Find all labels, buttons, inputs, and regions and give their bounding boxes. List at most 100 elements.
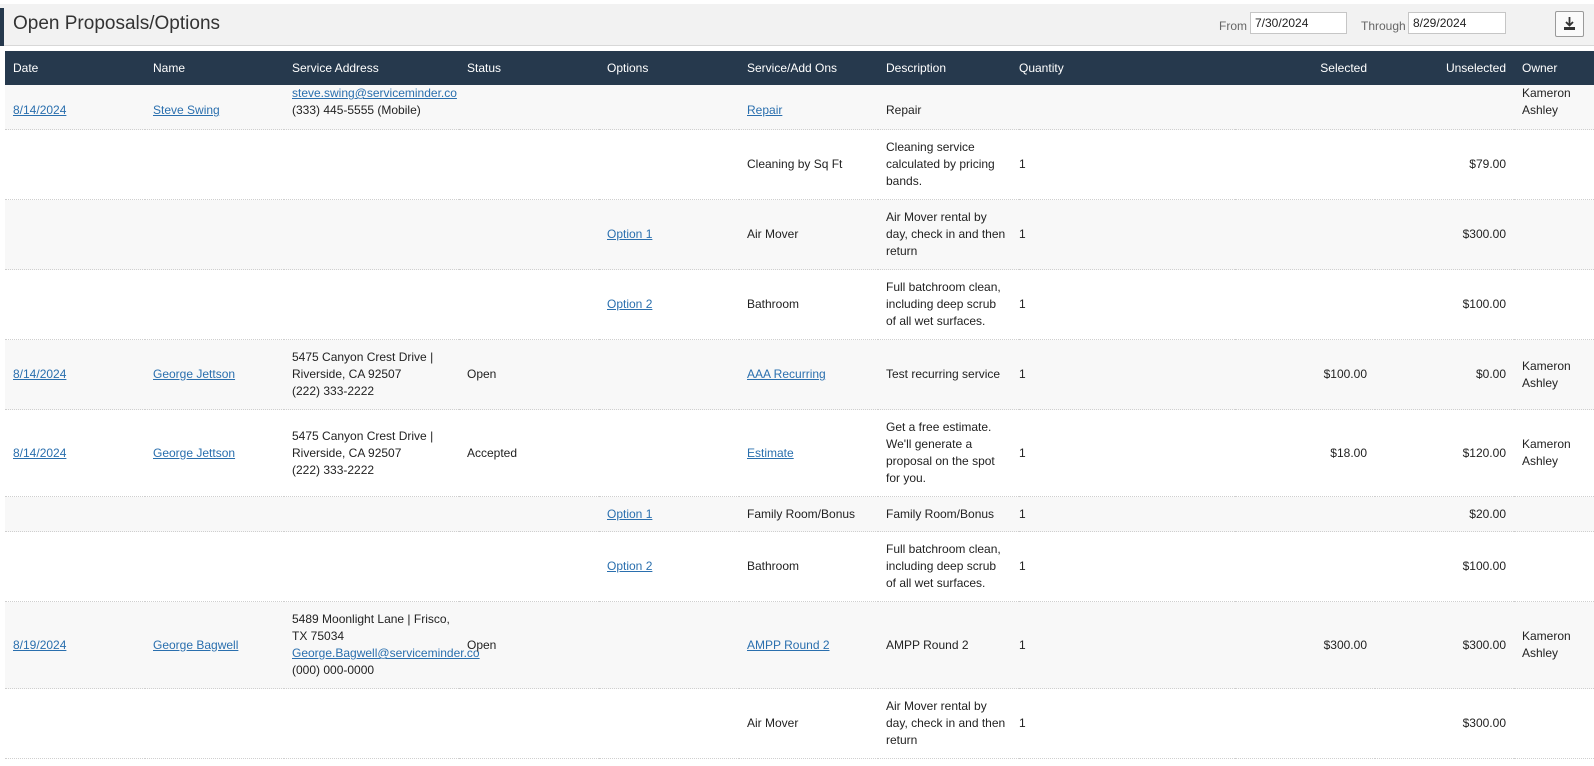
col-options[interactable]: Options [599, 51, 739, 85]
table-row[interactable]: 8/14/2024 George Jettson 5475 Canyon Crest… [5, 409, 1594, 497]
address-line: 5489 Moonlight Lane | Frisco, TX 75034 [292, 612, 450, 643]
quantity-cell: 1 [1019, 367, 1026, 381]
selected-amount-td [1235, 531, 1375, 602]
description-cell: Full batchroom clean, including deep scr… [886, 542, 1001, 590]
option-link[interactable]: Option 1 [607, 507, 652, 521]
date-link-td: 8/19/2024 [5, 601, 145, 689]
table-row[interactable]: Option 2 Bathroom Full batchroom clean, in… [5, 269, 1594, 340]
quantity-cell-td: 1 [1019, 409, 1235, 497]
table-row[interactable]: Option 1 Family Room/Bonus Family Room/Bon… [5, 496, 1594, 532]
quantity-cell-td: 1 [1019, 688, 1235, 759]
option-link[interactable]: Option 2 [607, 559, 652, 573]
owner-cell: Kameron Ashley [1522, 629, 1571, 660]
col-unselected[interactable]: Unselected [1375, 51, 1514, 85]
option-link[interactable]: Option 1 [607, 227, 652, 241]
through-date-input[interactable] [1408, 12, 1506, 34]
col-status[interactable]: Status [459, 51, 599, 85]
col-name[interactable]: Name [145, 51, 284, 85]
date-link-td [5, 496, 145, 532]
col-description[interactable]: Description [878, 51, 1019, 85]
table-row[interactable]: Cleaning by Sq Ft Cleaning service calcul… [5, 129, 1594, 200]
description-cell-td: AMPP Round 2 [878, 601, 1019, 689]
table-row[interactable]: 8/14/2024 Steve Swing steve.swing@servicem… [5, 85, 1594, 130]
table-row[interactable]: 8/19/2024 George Bagwell 5489 Moonlight La… [5, 601, 1594, 689]
description-cell: Cleaning service calculated by pricing b… [886, 140, 995, 188]
service-cell[interactable]: AAA Recurring [747, 367, 826, 381]
date-link[interactable]: 8/19/2024 [13, 638, 66, 652]
phone-line: (000) 000-0000 [292, 663, 375, 677]
date-link[interactable]: 8/14/2024 [13, 367, 66, 381]
date-link[interactable]: 8/14/2024 [13, 103, 66, 117]
service-cell: Cleaning by Sq Ft [747, 157, 843, 171]
quantity-cell-td: 1 [1019, 339, 1235, 410]
proposals-table-container[interactable]: Date Name Service Address Status Options… [5, 51, 1594, 766]
service-cell: Family Room/Bonus [747, 506, 856, 521]
col-date[interactable]: Date [5, 51, 145, 85]
quantity-cell-td: 1 [1019, 129, 1235, 200]
customer-name-link[interactable]: George Jettson [153, 446, 235, 460]
proposals-table: Date Name Service Address Status Options… [5, 51, 1594, 759]
col-quantity[interactable]: Quantity [1019, 51, 1235, 85]
unselected-amount: $300.00 [1462, 716, 1506, 730]
service-address-td: 5489 Moonlight Lane | Frisco, TX 75034 Ge… [284, 601, 480, 689]
customer-name-link[interactable]: George Bagwell [153, 638, 238, 652]
service-address-td [284, 129, 459, 200]
description-cell: Repair [886, 103, 922, 117]
table-row[interactable]: Option 2 Bathroom Full batchroom clean, in… [5, 531, 1594, 602]
col-service-add-ons[interactable]: Service/Add Ons [739, 51, 878, 85]
download-button[interactable] [1555, 11, 1584, 37]
service-cell: Bathroom [747, 297, 800, 311]
table-row[interactable]: Option 1 Air Mover Air Mover rental by day… [5, 199, 1594, 270]
status-cell: Open [467, 367, 497, 381]
header-accent [0, 8, 4, 46]
email-link[interactable]: George.Bagwell@serviceminder.co [292, 645, 480, 662]
owner-cell: Kameron Ashley [1522, 358, 1571, 390]
quantity-cell-td: 1 [1019, 269, 1235, 340]
from-date-input[interactable] [1250, 12, 1347, 34]
date-link-td [5, 531, 145, 602]
service-cell-td: Bathroom [739, 269, 878, 340]
through-label: Through [1361, 19, 1406, 33]
option-link-td [599, 601, 739, 689]
customer-name-link[interactable]: Steve Swing [153, 103, 220, 117]
table-row[interactable]: Air Mover Air Mover rental by day, check … [5, 688, 1594, 759]
service-cell-td: Family Room/Bonus [739, 496, 878, 532]
address-line: 5475 Canyon Crest Drive | Riverside, CA … [292, 350, 434, 381]
service-cell: Air Mover [747, 716, 799, 730]
email-link[interactable]: steve.swing@serviceminder.co [292, 85, 459, 102]
service-cell[interactable]: Repair [747, 103, 782, 117]
col-owner[interactable]: Owner [1514, 51, 1594, 85]
col-selected[interactable]: Selected [1235, 51, 1375, 85]
phone-line: (333) 445-5555 (Mobile) [292, 103, 421, 117]
date-link[interactable]: 8/14/2024 [13, 446, 66, 460]
service-cell-td: AMPP Round 2 [739, 601, 878, 689]
service-cell[interactable]: Estimate [747, 446, 794, 460]
col-service-address[interactable]: Service Address [284, 51, 459, 85]
service-cell: Air Mover [747, 227, 799, 241]
service-cell[interactable]: AMPP Round 2 [747, 638, 830, 652]
description-cell-td: Air Mover rental by day, check in and th… [878, 688, 1019, 759]
unselected-amount: $120.00 [1462, 445, 1506, 460]
option-link-td [599, 339, 739, 410]
description-cell: Test recurring service [886, 367, 1001, 381]
table-row[interactable]: 8/14/2024 George Jettson 5475 Canyon Crest… [5, 339, 1594, 410]
table-body: 8/14/2024 Steve Swing steve.swing@servicem… [5, 85, 1594, 759]
quantity-cell-td: 1 [1019, 199, 1235, 270]
owner-cell: Kameron Ashley [1522, 437, 1571, 468]
quantity-cell: 1 [1019, 506, 1026, 521]
option-link[interactable]: Option 2 [607, 297, 652, 311]
quantity-cell-td: 1 [1019, 531, 1235, 602]
description-cell-td: Full batchroom clean, including deep scr… [878, 531, 1019, 602]
status-cell-td [459, 496, 599, 532]
date-link-td [5, 129, 145, 200]
customer-name-link[interactable]: George Jettson [153, 367, 235, 381]
status-cell-td: Open [459, 601, 599, 689]
page-title: Open Proposals/Options [13, 13, 221, 34]
description-cell-td: Repair [878, 85, 1019, 130]
quantity-cell: 1 [1019, 637, 1026, 652]
status-cell-td [459, 85, 599, 130]
date-link-td [5, 688, 145, 759]
owner-cell-td [1514, 129, 1594, 200]
service-cell-td: AAA Recurring [739, 339, 878, 410]
quantity-cell-td: 1 [1019, 496, 1235, 532]
